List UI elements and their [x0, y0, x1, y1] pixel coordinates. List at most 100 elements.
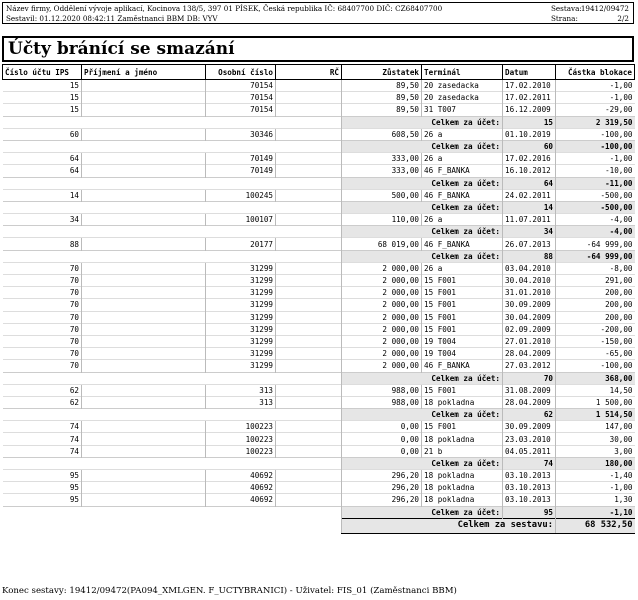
account-cell: 70 — [2, 261, 82, 275]
page-number: 2/2 — [617, 13, 629, 23]
subtotal-row: Celkem za účet: 15 2 319,50 — [2, 115, 635, 129]
account-cell: 88 — [2, 237, 82, 251]
account-cell: 15 — [2, 78, 82, 92]
subtotal-account: 95 — [502, 505, 556, 519]
account-cell: 70 — [2, 273, 82, 287]
subtotal-label: Celkem za účet: — [341, 371, 503, 385]
date-cell: 30.04.2009 — [502, 310, 556, 324]
table-row: 95 40692 296,20 18 pokladna 03.10.2013 -1,40 — [2, 468, 635, 482]
subtotal-amount: -64 999,00 — [555, 249, 635, 263]
col-header-terminal: Terminál — [421, 64, 503, 80]
sestava-value: 19412/09472 — [580, 4, 629, 13]
block-amount-cell: 200,00 — [555, 310, 635, 324]
rc-cell — [275, 164, 342, 177]
date-cell: 03.10.2013 — [502, 481, 556, 494]
account-cell: 74 — [2, 420, 82, 433]
blank-cell — [2, 139, 342, 153]
report-header: Název firmy, Oddělení vývoje aplikací, K… — [2, 2, 634, 24]
block-amount-cell: 1 500,00 — [555, 395, 635, 409]
personal-number-cell: 100107 — [205, 213, 276, 226]
col-header-balance: Zůstatek — [341, 64, 422, 80]
terminal-cell: 18 pokladna — [421, 432, 503, 446]
account-cell: 62 — [2, 395, 82, 409]
block-amount-cell: -10,00 — [555, 164, 635, 177]
personal-number-cell: 31299 — [205, 359, 276, 372]
subtotal-label: Celkem za účet: — [341, 176, 503, 190]
rc-cell — [275, 127, 342, 141]
balance-cell: 2 000,00 — [341, 273, 422, 287]
date-cell: 27.01.2010 — [502, 334, 556, 348]
name-cell — [81, 237, 206, 251]
header-values: 19412/09472 2/2 — [581, 4, 629, 23]
block-amount-cell: -29,00 — [555, 103, 635, 117]
account-cell: 95 — [2, 493, 82, 507]
block-amount-cell: 14,50 — [555, 383, 635, 397]
account-cell: 70 — [2, 286, 82, 299]
col-header-account: Číslo účtu IPS — [2, 64, 82, 80]
personal-number-cell: 40692 — [205, 481, 276, 494]
blank-cell — [2, 225, 342, 238]
table-row: 34 100107 110,00 26 a 11.07.2011 -4,00 — [2, 213, 635, 226]
name-cell — [81, 213, 206, 226]
rc-cell — [275, 78, 342, 92]
terminal-cell: 18 pokladna — [421, 395, 503, 409]
rc-cell — [275, 237, 342, 251]
personal-number-cell: 313 — [205, 395, 276, 409]
subtotal-row: Celkem za účet: 64 -11,00 — [2, 176, 635, 190]
terminal-cell: 46 F_BANKA — [421, 164, 503, 177]
name-cell — [81, 188, 206, 202]
block-amount-cell: 200,00 — [555, 298, 635, 312]
personal-number-cell: 31299 — [205, 334, 276, 348]
subtotal-amount: 2 319,50 — [555, 115, 635, 129]
balance-cell: 296,20 — [341, 468, 422, 482]
account-cell: 70 — [2, 310, 82, 324]
rc-cell — [275, 444, 342, 458]
account-cell: 15 — [2, 91, 82, 104]
name-cell — [81, 420, 206, 433]
subtotal-label: Celkem za účet: — [341, 139, 503, 153]
terminal-cell: 26 a — [421, 152, 503, 165]
date-cell: 30.04.2010 — [502, 273, 556, 287]
subtotal-amount: -100,00 — [555, 139, 635, 153]
table-row: 70 31299 2 000,00 15 F001 30.04.2010 291,00 — [2, 273, 635, 287]
date-cell: 03.10.2013 — [502, 468, 556, 482]
rc-cell — [275, 395, 342, 409]
subtotal-account: 62 — [502, 408, 556, 421]
table-row: 88 20177 68 019,00 46 F_BANKA 26.07.2013 -64 … — [2, 237, 635, 251]
block-amount-cell: 200,00 — [555, 286, 635, 299]
date-cell: 02.09.2009 — [502, 322, 556, 336]
block-amount-cell: -500,00 — [555, 188, 635, 202]
terminal-cell: 18 pokladna — [421, 493, 503, 507]
rc-cell — [275, 468, 342, 482]
personal-number-cell: 31299 — [205, 286, 276, 299]
balance-cell: 2 000,00 — [341, 322, 422, 336]
table-row: 74 100223 0,00 15 F001 30.09.2009 147,00 — [2, 420, 635, 433]
personal-number-cell: 31299 — [205, 322, 276, 336]
balance-cell: 89,50 — [341, 78, 422, 92]
name-cell — [81, 468, 206, 482]
personal-number-cell: 70149 — [205, 152, 276, 165]
table-header-row: Číslo účtu IPS Příjmení a jméno Osobní č… — [2, 64, 635, 80]
subtotal-row: Celkem za účet: 14 -500,00 — [2, 200, 635, 214]
account-cell: 70 — [2, 322, 82, 336]
block-amount-cell: -1,00 — [555, 152, 635, 165]
terminal-cell: 18 pokladna — [421, 468, 503, 482]
subtotal-amount: 180,00 — [555, 456, 635, 470]
date-cell: 17.02.2016 — [502, 152, 556, 165]
rc-cell — [275, 152, 342, 165]
personal-number-cell: 31299 — [205, 347, 276, 360]
subtotal-row: Celkem za účet: 95 -1,10 — [2, 505, 635, 519]
subtotal-account: 15 — [502, 115, 556, 129]
table-row: 95 40692 296,20 18 pokladna 03.10.2013 1,30 — [2, 493, 635, 507]
block-amount-cell: -1,40 — [555, 468, 635, 482]
date-cell: 28.04.2009 — [502, 347, 556, 360]
author-line: Sestavil: 01.12.2020 08:42:11 Zaměstnanc… — [6, 13, 218, 23]
personal-number-cell: 100245 — [205, 188, 276, 202]
col-header-block-amount: Částka blokace — [555, 64, 635, 80]
terminal-cell: 26 a — [421, 127, 503, 141]
rc-cell — [275, 298, 342, 312]
block-amount-cell: 147,00 — [555, 420, 635, 433]
balance-cell: 2 000,00 — [341, 298, 422, 312]
balance-cell: 89,50 — [341, 103, 422, 117]
rc-cell — [275, 334, 342, 348]
